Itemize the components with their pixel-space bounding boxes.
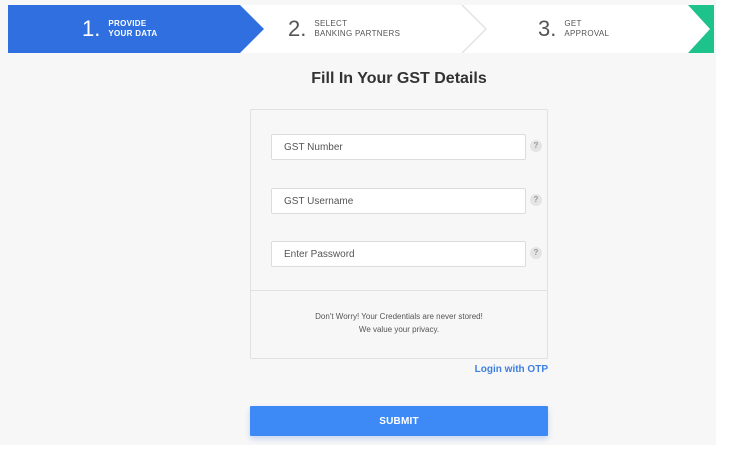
page-background: 1. PROVIDE YOUR DATA 2. SELECT BANKING P… <box>0 0 716 445</box>
help-icon[interactable]: ? <box>530 194 542 206</box>
step-3-label-line2: APPROVAL <box>564 29 610 38</box>
step-select-banking-partners[interactable]: 2. SELECT BANKING PARTNERS <box>266 5 466 53</box>
step-3-label-line1: GET <box>564 19 582 28</box>
step-1-number: 1. <box>82 16 101 41</box>
password-input[interactable] <box>271 241 526 267</box>
gst-number-row: ? <box>271 134 547 160</box>
step-get-approval[interactable]: 3. GET APPROVAL <box>466 5 714 53</box>
progress-stepper: 1. PROVIDE YOUR DATA 2. SELECT BANKING P… <box>8 5 714 53</box>
step-1-label-line1: PROVIDE <box>108 19 147 28</box>
help-icon[interactable]: ? <box>530 247 542 259</box>
page-title: Fill In Your GST Details <box>311 70 487 87</box>
gst-details-form: ? ? ? Don't Worry! Your Credentials are … <box>250 109 548 359</box>
privacy-note: Don't Worry! Your Credentials are never … <box>251 310 547 336</box>
gst-number-input[interactable] <box>271 134 526 160</box>
step-2-label-line2: BANKING PARTNERS <box>314 29 401 38</box>
login-with-otp-link[interactable]: Login with OTP <box>460 364 548 375</box>
divider <box>251 290 547 291</box>
stepper-end-accent <box>688 5 714 53</box>
step-provide-data[interactable]: 1. PROVIDE YOUR DATA <box>8 5 266 53</box>
step-1-label-line2: YOUR DATA <box>108 29 158 38</box>
help-icon[interactable]: ? <box>530 140 542 152</box>
password-row: ? <box>271 241 547 267</box>
submit-button[interactable]: SUBMIT <box>250 406 548 436</box>
privacy-note-line2: We value your privacy. <box>358 325 440 334</box>
step-2-label-line1: SELECT <box>314 19 348 28</box>
step-2-number: 2. <box>288 16 307 41</box>
privacy-note-line1: Don't Worry! Your Credentials are never … <box>315 312 483 321</box>
gst-username-row: ? <box>271 188 547 214</box>
step-3-number: 3. <box>538 16 557 41</box>
gst-username-input[interactable] <box>271 188 526 214</box>
